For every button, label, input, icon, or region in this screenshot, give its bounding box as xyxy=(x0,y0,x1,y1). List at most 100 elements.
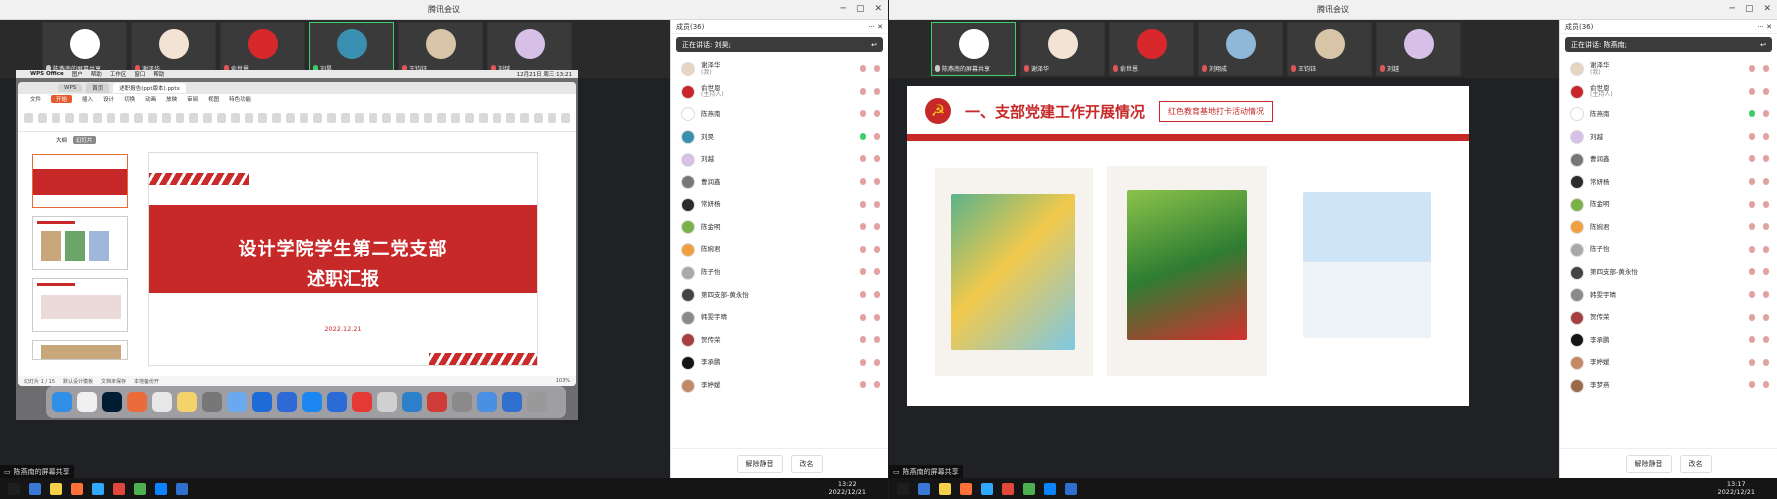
ribbon-tab[interactable]: 设计 xyxy=(103,95,114,103)
ribbon-tool-icon[interactable] xyxy=(396,112,405,123)
dock-app-icon[interactable] xyxy=(327,392,347,412)
panel-close-icon[interactable]: ··· ✕ xyxy=(868,23,883,31)
ribbon-tool-icon[interactable] xyxy=(437,112,447,123)
ribbon-tool-icon[interactable] xyxy=(120,112,130,123)
dock-app-icon[interactable] xyxy=(502,392,522,412)
taskbar-app-icon[interactable] xyxy=(113,482,125,495)
microphone-icon[interactable] xyxy=(1749,110,1755,118)
dock-app-icon[interactable] xyxy=(302,392,322,412)
mac-menu-item[interactable]: 帮助 xyxy=(153,70,164,78)
microphone-icon[interactable] xyxy=(1749,381,1755,389)
microphone-icon[interactable] xyxy=(860,245,866,253)
close-icon[interactable]: ✕ xyxy=(1763,4,1771,14)
video-tile[interactable]: 王钧钰 xyxy=(398,22,483,76)
backup-status[interactable]: 本地备份开 xyxy=(134,378,159,385)
rename-button[interactable]: 改名 xyxy=(790,454,823,473)
microphone-icon[interactable] xyxy=(860,87,866,95)
tab-outline[interactable]: 大纲 xyxy=(56,136,67,144)
camera-icon[interactable] xyxy=(874,65,880,72)
rename-button[interactable]: 改名 xyxy=(1679,454,1712,473)
microphone-icon[interactable] xyxy=(1749,132,1755,140)
dock-app-icon[interactable] xyxy=(252,392,272,412)
dock-app-icon[interactable] xyxy=(52,392,72,412)
member-row[interactable]: 曹润鑫 xyxy=(1560,148,1777,171)
ribbon-tool-icon[interactable] xyxy=(382,112,392,123)
ribbon-tool-icon[interactable] xyxy=(134,112,144,123)
unmute-all-button[interactable]: 解除静音 xyxy=(736,454,783,473)
microphone-icon[interactable] xyxy=(860,65,866,72)
camera-icon[interactable] xyxy=(1763,381,1769,389)
camera-icon[interactable] xyxy=(1763,223,1769,231)
ribbon-tool-icon[interactable] xyxy=(465,112,474,123)
mac-menu-item[interactable]: 窗口 xyxy=(134,70,145,78)
unmute-all-button[interactable]: 解除静音 xyxy=(1625,454,1672,473)
close-icon[interactable]: ✕ xyxy=(874,4,882,14)
microphone-icon[interactable] xyxy=(860,336,866,344)
microphone-icon[interactable] xyxy=(1749,245,1755,253)
ribbon-tool-icon[interactable] xyxy=(92,112,102,123)
camera-icon[interactable] xyxy=(874,200,880,208)
member-row[interactable]: 韩雯宇晴 xyxy=(1560,284,1777,307)
camera-icon[interactable] xyxy=(874,313,880,321)
taskbar-app-icon[interactable] xyxy=(134,482,146,495)
ribbon-tab[interactable]: 插入 xyxy=(82,95,93,103)
slide-thumbnail[interactable] xyxy=(32,340,128,360)
ribbon-tab[interactable]: 文件 xyxy=(30,95,41,103)
camera-icon[interactable] xyxy=(874,177,880,185)
mac-menu-item[interactable]: 工作区 xyxy=(110,70,127,78)
camera-icon[interactable] xyxy=(1763,290,1769,298)
member-row[interactable]: 谢泽华 (我) xyxy=(671,58,888,81)
ribbon-tool-icon[interactable] xyxy=(423,112,433,123)
start-icon[interactable] xyxy=(897,482,909,495)
microphone-icon[interactable] xyxy=(860,155,866,163)
tab-home[interactable]: 首页 xyxy=(86,83,110,93)
ribbon-tool-icon[interactable] xyxy=(148,112,157,123)
taskbar-app-icon[interactable] xyxy=(71,482,83,495)
taskbar-app-icon[interactable] xyxy=(1023,482,1035,495)
camera-icon[interactable] xyxy=(874,336,880,344)
microphone-icon[interactable] xyxy=(1749,200,1755,208)
dock-app-icon[interactable] xyxy=(102,392,122,412)
microphone-icon[interactable] xyxy=(1749,336,1755,344)
ribbon-tool-icon[interactable] xyxy=(37,112,47,123)
ribbon-tool-icon[interactable] xyxy=(492,112,502,123)
slide-thumbnail[interactable] xyxy=(32,154,128,208)
microphone-icon[interactable] xyxy=(1749,177,1755,185)
ribbon-tool-icon[interactable] xyxy=(520,112,529,123)
member-row[interactable]: 常妍杨 xyxy=(1560,171,1777,194)
microphone-icon[interactable] xyxy=(860,132,866,140)
microphone-icon[interactable] xyxy=(860,313,866,321)
microphone-icon[interactable] xyxy=(1749,155,1755,163)
ribbon-tool-icon[interactable] xyxy=(561,112,571,123)
camera-icon[interactable] xyxy=(874,268,880,276)
ribbon-tool-icon[interactable] xyxy=(65,112,75,123)
microphone-icon[interactable] xyxy=(1749,358,1755,366)
video-tile[interactable]: 刘昊 xyxy=(309,22,394,76)
mac-menu-item[interactable]: 图户 xyxy=(72,70,83,78)
member-row[interactable]: 韩雯宇晴 xyxy=(671,307,888,330)
microphone-icon[interactable] xyxy=(1749,65,1755,72)
collapse-icon[interactable]: ↩ xyxy=(871,41,877,49)
dock-app-icon[interactable] xyxy=(202,392,222,412)
video-tile[interactable]: 谢泽华 xyxy=(1020,22,1105,76)
member-row[interactable]: 刘越 xyxy=(671,148,888,171)
member-row[interactable]: 第四支部-黄永怡 xyxy=(1560,261,1777,284)
taskbar-app-icon[interactable] xyxy=(960,482,972,495)
dock-app-icon[interactable] xyxy=(402,392,422,412)
ribbon-tab[interactable]: 放映 xyxy=(166,95,177,103)
taskbar-app-icon[interactable] xyxy=(92,482,104,495)
camera-icon[interactable] xyxy=(874,110,880,118)
ribbon-tool-icon[interactable] xyxy=(478,112,488,123)
member-row[interactable]: 李承鹏 xyxy=(671,352,888,375)
ribbon-tool-icon[interactable] xyxy=(79,112,88,123)
dock-app-icon[interactable] xyxy=(277,392,297,412)
member-row[interactable]: 陈子怡 xyxy=(1560,239,1777,262)
microphone-icon[interactable] xyxy=(1749,290,1755,298)
member-row[interactable]: 陈金明 xyxy=(1560,194,1777,217)
dock-app-icon[interactable] xyxy=(77,392,97,412)
taskbar-app-icon[interactable] xyxy=(939,482,951,495)
camera-icon[interactable] xyxy=(1763,110,1769,118)
ribbon-tool-icon[interactable] xyxy=(203,112,212,123)
minimize-icon[interactable]: ─ xyxy=(841,4,846,14)
taskbar-app-icon[interactable] xyxy=(981,482,993,495)
